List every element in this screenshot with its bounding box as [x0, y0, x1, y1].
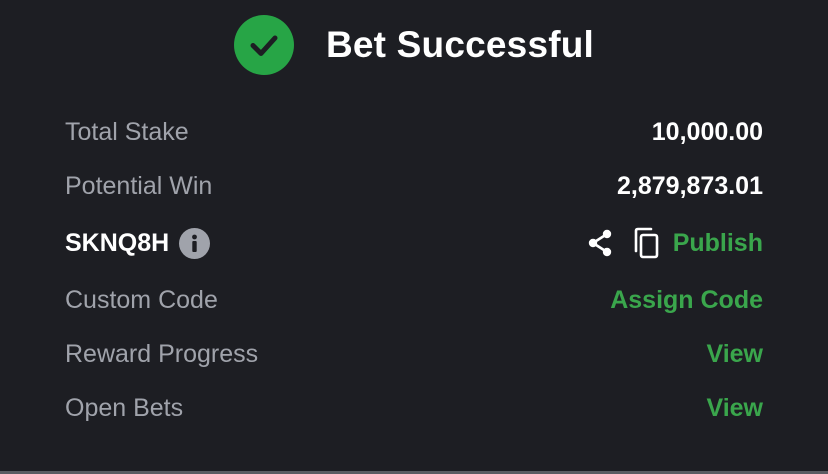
custom-code-row: Custom Code Assign Code — [65, 280, 763, 320]
copy-icon[interactable] — [632, 227, 660, 259]
reward-progress-label: Reward Progress — [65, 339, 259, 368]
publish-button[interactable]: Publish — [673, 229, 763, 258]
potential-win-value: 2,879,873.01 — [617, 171, 763, 200]
potential-win-row: Potential Win 2,879,873.01 — [65, 166, 763, 206]
share-icon[interactable] — [586, 228, 614, 258]
total-stake-row: Total Stake 10,000.00 — [65, 112, 763, 152]
reward-progress-view-button[interactable]: View — [706, 340, 763, 369]
reward-progress-row: Reward Progress View — [65, 334, 763, 374]
open-bets-row: Open Bets View — [65, 388, 763, 428]
page-title: Bet Successful — [325, 24, 595, 65]
potential-win-label: Potential Win — [65, 171, 213, 200]
open-bets-label: Open Bets — [65, 393, 184, 422]
bet-success-panel: Bet Successful Total Stake 10,000.00 Pot… — [0, 0, 828, 474]
total-stake-label: Total Stake — [65, 117, 189, 146]
open-bets-view-button[interactable]: View — [706, 394, 763, 423]
custom-code-label: Custom Code — [65, 285, 218, 314]
total-stake-value: 10,000.00 — [651, 117, 763, 146]
booking-code-row: SKNQ8H Publish — [65, 223, 763, 263]
info-icon[interactable] — [179, 227, 211, 259]
booking-code-actions: Publish — [586, 227, 763, 259]
checkmark-circle-icon — [233, 15, 294, 75]
booking-code-text: SKNQ8H — [65, 228, 170, 257]
assign-code-button[interactable]: Assign Code — [610, 286, 763, 315]
booking-code: SKNQ8H — [65, 227, 211, 259]
success-header: Bet Successful — [0, 14, 828, 76]
